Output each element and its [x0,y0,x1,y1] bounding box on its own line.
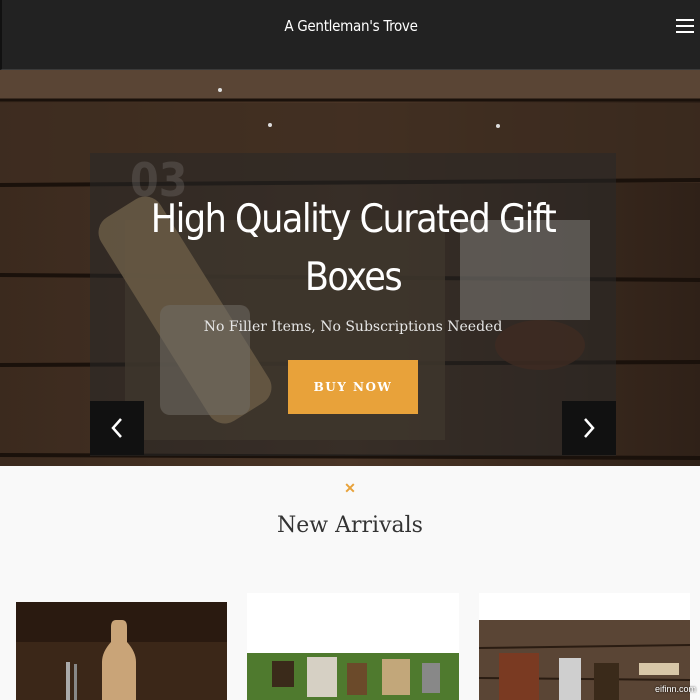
chevron-left-icon [111,418,122,438]
watermark: eifinn.com [654,684,696,694]
product-card[interactable] [16,602,227,700]
product-image [16,602,227,700]
hero-slider: 03 High Quality Curated Gift Boxes No Fi… [0,70,700,466]
close-icon-divider: ✕ [344,480,356,496]
hero-subtitle: No Filler Items, No Subscriptions Needed [203,319,503,335]
section-title: New Arrivals [277,513,423,538]
site-header: A Gentleman's Trove [0,0,700,70]
prev-slide-button[interactable] [90,401,144,455]
site-title[interactable]: A Gentleman's Trove [2,17,700,35]
buy-now-button[interactable]: BUY NOW [288,360,418,414]
chevron-right-icon [584,418,595,438]
next-slide-button[interactable] [562,401,616,455]
slide-caption: 03 High Quality Curated Gift Boxes No Fi… [90,153,616,456]
product-card[interactable] [247,593,459,700]
product-image [247,593,459,700]
menu-icon[interactable] [676,19,694,35]
hero-title: High Quality Curated Gift Boxes [150,197,557,300]
